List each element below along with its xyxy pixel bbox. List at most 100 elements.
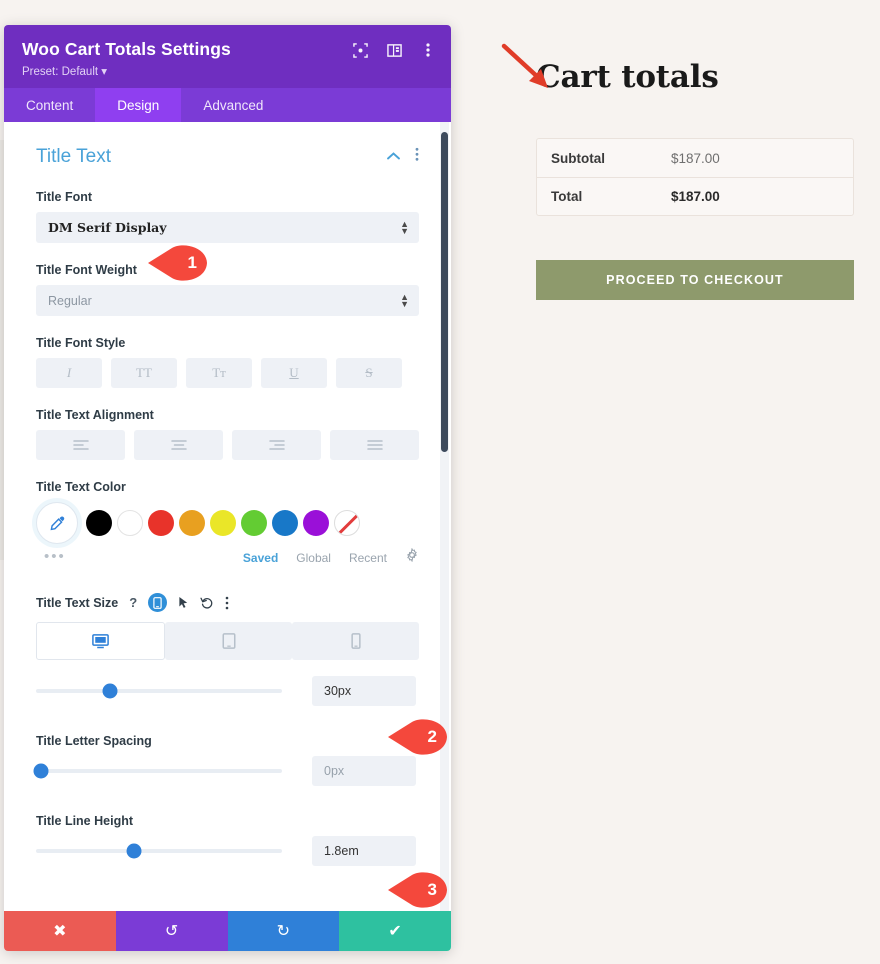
callout-badge-1: 1 [148,244,210,282]
title-letter-spacing-input[interactable]: 0px [312,756,416,786]
title-text-size-control: 30px [36,676,419,706]
cancel-button[interactable]: ✖ [4,911,116,951]
title-text-color-label: Title Text Color [36,480,126,494]
swatch-green[interactable] [241,510,267,536]
title-line-height-slider[interactable] [36,843,282,859]
slider-thumb[interactable] [126,843,142,859]
field-title-font: Title Font DM Serif Display ▲ ▼ [36,190,419,243]
uppercase-button[interactable]: TT [111,358,177,388]
chevron-up-icon[interactable] [386,148,401,166]
field-title-letter-spacing: Title Letter Spacing 0px [33,734,419,786]
title-font-weight-select[interactable]: Regular ▲ ▼ [36,285,419,316]
title-text-size-header: Title Text Size ? [36,593,419,612]
title-text-size-slider[interactable] [36,683,282,699]
chevron-updown-icon: ▲ ▼ [400,291,409,309]
cart-totals-heading: Cart totals [536,59,719,95]
swatch-white[interactable] [117,510,143,536]
gear-icon[interactable] [405,547,419,567]
focus-icon[interactable] [351,41,369,59]
save-button[interactable]: ✔ [339,911,451,951]
strikethrough-button[interactable]: S [336,358,402,388]
align-center-icon [170,440,187,450]
modal-header: Woo Cart Totals Settings Preset: Default… [4,25,451,88]
color-tab-global[interactable]: Global [296,551,331,565]
swatch-none[interactable] [334,510,360,536]
title-text-size-input[interactable]: 30px [312,676,416,706]
preset-label: Preset: Default [22,66,99,78]
callout-number: 2 [427,727,437,746]
tab-advanced[interactable]: Advanced [181,88,285,122]
callout-badge-3: 3 [388,871,450,909]
more-vertical-icon[interactable] [225,596,229,610]
title-text-section-header[interactable]: Title Text [36,146,419,168]
table-row: Subtotal $187.00 [537,139,853,177]
preset-selector[interactable]: Preset: Default ▾ [22,64,433,78]
field-title-font-weight: Title Font Weight Regular ▲ ▼ [36,263,419,316]
section-title: Title Text [36,146,111,167]
title-line-height-input[interactable]: 1.8em [312,836,416,866]
proceed-to-checkout-button[interactable]: PROCEED TO CHECKOUT [536,260,854,300]
device-tab-desktop[interactable] [36,622,165,660]
align-justify-button[interactable] [330,430,419,460]
tab-content[interactable]: Content [4,88,95,122]
title-letter-spacing-control: 0px [33,756,419,786]
undo-button[interactable]: ↺ [115,911,228,951]
alignment-button-group [36,430,419,460]
more-vertical-icon[interactable] [415,147,419,167]
align-justify-icon [366,440,383,450]
responsive-toggle-icon[interactable] [148,593,168,612]
more-vertical-icon[interactable] [419,41,437,59]
underline-icon: U [289,365,299,380]
section-header-actions [386,147,419,167]
title-letter-spacing-slider[interactable] [33,763,282,779]
redo-button[interactable]: ↻ [227,911,340,951]
callout-badge-2: 2 [388,718,450,756]
settings-scroll-panel: Title Text Title Font DM Serif Display ▲… [4,122,451,911]
color-tab-saved[interactable]: Saved [243,551,278,565]
annotation-arrow-icon [501,43,548,88]
device-tab-phone[interactable] [292,622,419,660]
color-tab-recent[interactable]: Recent [349,551,387,565]
title-text-alignment-label: Title Text Alignment [36,408,154,422]
underline-button[interactable]: U [261,358,327,388]
swatch-orange[interactable] [179,510,205,536]
cart-totals-preview: Cart totals Subtotal $187.00 Total $187.… [492,0,880,964]
tab-design[interactable]: Design [95,88,182,122]
align-center-button[interactable] [134,430,223,460]
swatch-blue[interactable] [272,510,298,536]
hover-cursor-icon[interactable] [178,596,189,609]
field-title-text-alignment: Title Text Alignment [36,408,419,460]
subtotal-value: $187.00 [671,150,720,166]
modal-tabs: Content Design Advanced [4,88,451,122]
align-left-button[interactable] [36,430,125,460]
eyedropper-button[interactable] [36,502,78,544]
italic-button[interactable]: I [36,358,102,388]
desktop-icon [92,633,109,648]
eyedropper-icon [50,516,64,530]
device-tab-tablet[interactable] [165,622,292,660]
total-value: $187.00 [671,189,720,204]
settings-fields: Title Text Title Font DM Serif Display ▲… [4,122,451,911]
align-right-button[interactable] [232,430,321,460]
chevron-down-icon: ▾ [101,66,108,78]
help-icon[interactable]: ? [129,595,137,610]
align-left-icon [72,440,89,450]
color-more-options[interactable]: ••• [44,548,66,565]
device-breakpoint-tabs [36,622,419,660]
swatch-yellow[interactable] [210,510,236,536]
title-font-select[interactable]: DM Serif Display ▲ ▼ [36,212,419,243]
swatch-black[interactable] [86,510,112,536]
title-font-style-label: Title Font Style [36,336,126,350]
layout-panel-icon[interactable] [385,41,403,59]
cart-totals-table: Subtotal $187.00 Total $187.00 [536,138,854,216]
slider-thumb[interactable] [33,763,49,779]
swatch-purple[interactable] [303,510,329,536]
small-caps-icon: Tт [212,365,226,380]
callout-number: 1 [187,253,197,272]
reset-icon[interactable] [200,596,214,610]
total-label: Total [551,189,583,204]
small-caps-button[interactable]: Tт [186,358,252,388]
swatch-red[interactable] [148,510,174,536]
slider-thumb[interactable] [102,683,118,699]
color-swatch-row [36,502,419,544]
